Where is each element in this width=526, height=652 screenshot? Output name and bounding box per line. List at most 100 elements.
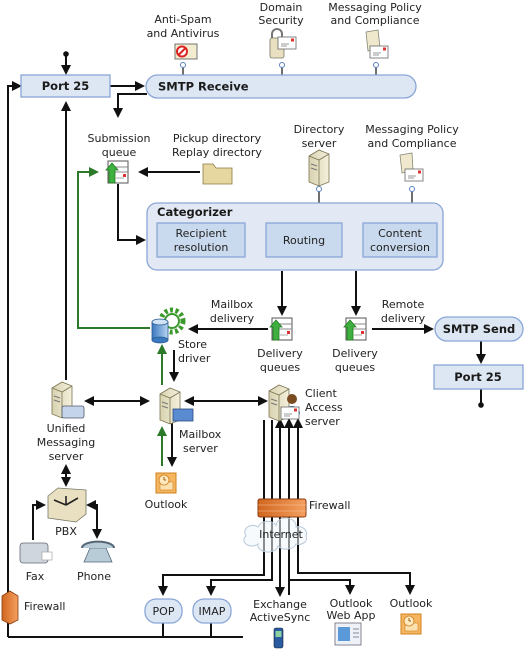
outlook-web-app: Outlook Web App xyxy=(327,597,376,646)
mailbox-tray-icon xyxy=(172,408,194,422)
pbx: PBX xyxy=(47,487,87,538)
svg-text:Outlook: Outlook xyxy=(390,597,433,610)
svg-text:server: server xyxy=(183,442,218,455)
mail-flow-diagram: Port 25 SMTP Receive Anti-Spam and Antiv… xyxy=(1,1,524,649)
svg-text:Internet: Internet xyxy=(259,528,303,541)
outlook-icon xyxy=(155,472,177,494)
directory-server: Directory server xyxy=(294,123,345,187)
svg-text:conversion: conversion xyxy=(370,241,430,254)
pickup-directory: Pickup directory Replay directory xyxy=(172,132,262,185)
pop-protocol: POP xyxy=(144,598,183,624)
svg-text:Messaging: Messaging xyxy=(37,436,95,449)
svg-text:Fax: Fax xyxy=(26,570,45,583)
svg-text:Pickup directory: Pickup directory xyxy=(173,132,262,145)
svg-text:server: server xyxy=(49,450,84,463)
svg-text:Routing: Routing xyxy=(283,234,325,247)
svg-text:Store: Store xyxy=(178,338,207,351)
antispam-envelope-icon xyxy=(174,43,198,60)
smtp-send-box: SMTP Send xyxy=(434,316,524,342)
svg-text:Content: Content xyxy=(378,227,422,240)
svg-text:queue: queue xyxy=(102,146,137,159)
phone-icon xyxy=(81,540,115,563)
svg-text:Messaging Policy: Messaging Policy xyxy=(328,1,422,14)
categorizer-box: Categorizer Recipient resolution Routing… xyxy=(146,202,444,271)
svg-text:POP: POP xyxy=(153,605,175,618)
fax-icon xyxy=(19,542,53,564)
mailbox-delivery-label: Mailbox xyxy=(211,298,254,311)
scroll-envelope-icon xyxy=(399,152,424,182)
svg-text:Web App: Web App xyxy=(327,609,376,622)
svg-text:queues: queues xyxy=(260,361,300,374)
svg-text:server: server xyxy=(302,137,337,150)
outlook-local: Outlook xyxy=(145,472,188,511)
svg-text:Delivery: Delivery xyxy=(332,347,378,360)
svg-text:Domain: Domain xyxy=(260,1,303,14)
unified-messaging-server: Unified Messaging server xyxy=(37,381,95,463)
smtp-receive-label: SMTP Receive xyxy=(158,80,249,94)
pbx-switch-icon xyxy=(47,487,87,523)
fax: Fax xyxy=(19,542,53,583)
store-driver: Store driver xyxy=(151,307,211,365)
svg-text:resolution: resolution xyxy=(174,241,229,254)
port25-in-label: Port 25 xyxy=(42,79,90,93)
server-icon xyxy=(308,149,330,187)
svg-text:Messaging Policy: Messaging Policy xyxy=(365,123,459,136)
submission-queue: Submission queue xyxy=(88,132,151,184)
svg-text:Anti-Spam: Anti-Spam xyxy=(154,13,211,26)
firewall-middle: Firewall xyxy=(257,498,350,518)
svg-text:delivery: delivery xyxy=(210,312,255,325)
port25-in-box: Port 25 xyxy=(20,74,111,98)
svg-text:Security: Security xyxy=(258,14,304,27)
svg-text:Replay directory: Replay directory xyxy=(172,146,262,159)
outlook-icon xyxy=(400,613,422,635)
smtp-receive-box: SMTP Receive xyxy=(145,74,417,99)
mobile-phone-icon xyxy=(273,627,284,649)
port25-out-label: Port 25 xyxy=(454,370,502,384)
phone: Phone xyxy=(77,540,115,583)
delivery-queues-mailbox: Delivery queues xyxy=(257,317,303,374)
svg-text:Firewall: Firewall xyxy=(24,600,65,613)
lock-envelope-icon xyxy=(269,28,297,59)
firewall-icon xyxy=(257,498,307,518)
scroll-envelope-icon xyxy=(365,29,389,59)
svg-text:IMAP: IMAP xyxy=(199,605,226,618)
remote-delivery-label: Remote xyxy=(382,298,425,311)
smtp-send-label: SMTP Send xyxy=(443,322,516,336)
mailbox-server: Mailbox server xyxy=(159,387,222,455)
queue-icon xyxy=(343,317,367,341)
exchange-activesync: Exchange ActiveSync xyxy=(250,598,311,649)
delivery-queues-remote: Delivery queues xyxy=(332,317,378,374)
svg-text:driver: driver xyxy=(178,352,211,365)
svg-text:Outlook: Outlook xyxy=(145,498,188,511)
queue-icon xyxy=(105,160,129,184)
svg-text:Unified: Unified xyxy=(47,422,86,435)
phone-icon xyxy=(61,405,85,419)
svg-text:delivery: delivery xyxy=(381,312,426,325)
svg-text:and Antivirus: and Antivirus xyxy=(147,27,220,40)
port25-out-box: Port 25 xyxy=(433,364,524,390)
svg-text:Directory: Directory xyxy=(294,123,345,136)
antispam-agent: Anti-Spam and Antivirus xyxy=(147,13,220,60)
browser-window-icon xyxy=(334,622,362,646)
imap-protocol: IMAP xyxy=(192,598,232,624)
svg-text:ActiveSync: ActiveSync xyxy=(250,611,311,624)
policy-categorizer-agent: Messaging Policy and Compliance xyxy=(365,123,459,182)
svg-text:Client: Client xyxy=(305,387,338,400)
svg-text:Exchange: Exchange xyxy=(253,598,307,611)
svg-text:Access: Access xyxy=(305,401,343,414)
policy-top-agent: Messaging Policy and Compliance xyxy=(328,1,422,59)
svg-text:Submission: Submission xyxy=(88,132,151,145)
user-icon xyxy=(287,394,297,404)
svg-text:Mailbox: Mailbox xyxy=(179,428,222,441)
svg-text:queues: queues xyxy=(335,361,375,374)
svg-text:Delivery: Delivery xyxy=(257,347,303,360)
svg-text:and Compliance: and Compliance xyxy=(368,137,457,150)
svg-text:Firewall: Firewall xyxy=(309,499,350,512)
svg-text:Phone: Phone xyxy=(77,570,111,583)
categorizer-label: Categorizer xyxy=(157,205,233,219)
svg-text:server: server xyxy=(305,415,340,428)
firewall-icon xyxy=(1,590,19,625)
domain-security-agent: Domain Security xyxy=(258,1,304,59)
firewall-left: Firewall xyxy=(1,590,65,625)
queue-icon xyxy=(269,317,293,341)
